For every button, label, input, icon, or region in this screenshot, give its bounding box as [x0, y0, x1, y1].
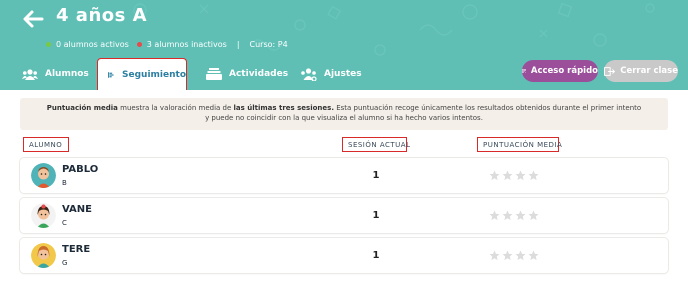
current-session: 1: [372, 170, 380, 181]
tab-actividades-label: Actividades: [229, 69, 289, 79]
average-score-stars: [489, 250, 541, 261]
info-term: Puntuación media: [46, 104, 118, 112]
back-arrow-icon[interactable]: [22, 8, 44, 30]
class-status: 0 alumnos activos 3 alumnos inactivos | …: [46, 40, 288, 49]
tab-seguimiento[interactable]: Seguimiento: [97, 58, 187, 90]
boy-avatar-icon: [31, 163, 56, 188]
tab-actividades[interactable]: Actividades: [206, 62, 288, 86]
star-icon: [502, 250, 513, 261]
star-icon: [502, 210, 513, 221]
tab-ajustes[interactable]: Ajustes: [300, 62, 362, 86]
close-class-button[interactable]: Cerrar clase: [604, 60, 678, 82]
star-icon: [489, 170, 500, 181]
stack-icon: [206, 68, 222, 80]
inactive-dot-icon: [136, 42, 142, 47]
star-icon: [528, 210, 539, 221]
student-group: G: [62, 259, 68, 267]
class-title: 4 años A: [56, 5, 148, 26]
active-students-label: 0 alumnos activos: [56, 40, 129, 49]
exit-icon: [604, 66, 616, 76]
star-icon: [528, 250, 539, 261]
student-group: C: [62, 219, 67, 227]
avatar: [31, 203, 56, 228]
student-name: VANE: [62, 204, 92, 215]
student-group: B: [62, 179, 67, 187]
tab-alumnos-label: Alumnos: [45, 69, 89, 79]
qr-code-icon: [522, 69, 526, 73]
table-row[interactable]: VANE C 1: [20, 198, 668, 233]
inactive-students-label: 3 alumnos inactivos: [146, 40, 227, 49]
info-emphasis: las últimas tres sesiones.: [233, 104, 334, 112]
student-name: TERE: [62, 244, 91, 255]
average-score-stars: [489, 170, 541, 181]
star-icon: [528, 170, 539, 181]
star-icon: [515, 170, 526, 181]
tab-ajustes-label: Ajustes: [324, 69, 362, 79]
tab-seguimiento-label: Seguimiento: [122, 69, 186, 80]
tab-alumnos[interactable]: Alumnos: [22, 62, 89, 86]
avatar: [31, 163, 56, 188]
users-icon: [22, 68, 38, 80]
table-row[interactable]: PABLO B 1: [20, 158, 668, 193]
status-separator: |: [236, 40, 240, 49]
current-session: 1: [372, 250, 380, 261]
active-dot-icon: [46, 42, 51, 47]
star-icon: [515, 250, 526, 261]
girl-avatar-icon: [31, 243, 56, 268]
quick-access-button[interactable]: Acceso rápido: [522, 60, 598, 82]
star-icon: [489, 210, 500, 221]
average-score-stars: [489, 210, 541, 221]
avatar: [31, 243, 56, 268]
quick-access-label: Acceso rápido: [530, 66, 598, 76]
course-label: Curso: P4: [249, 40, 288, 49]
chart-bars-icon: [108, 71, 114, 78]
users-gear-icon: [301, 67, 317, 81]
column-header-session: SESIÓN ACTUAL: [342, 137, 410, 152]
table-row[interactable]: TERE G 1: [20, 238, 668, 273]
star-icon: [515, 210, 526, 221]
info-text-1: muestra la valoración media de: [117, 104, 234, 112]
star-icon: [502, 170, 513, 181]
girl-avatar-icon: [31, 203, 56, 228]
close-class-label: Cerrar clase: [620, 66, 678, 76]
column-header-score: PUNTUACIÓN MEDIA: [477, 137, 562, 152]
average-score-info: Puntuación media muestra la valoración m…: [20, 98, 668, 130]
star-icon: [489, 250, 500, 261]
current-session: 1: [372, 210, 380, 221]
column-header-student: ALUMNO: [23, 137, 69, 152]
student-name: PABLO: [62, 164, 99, 175]
